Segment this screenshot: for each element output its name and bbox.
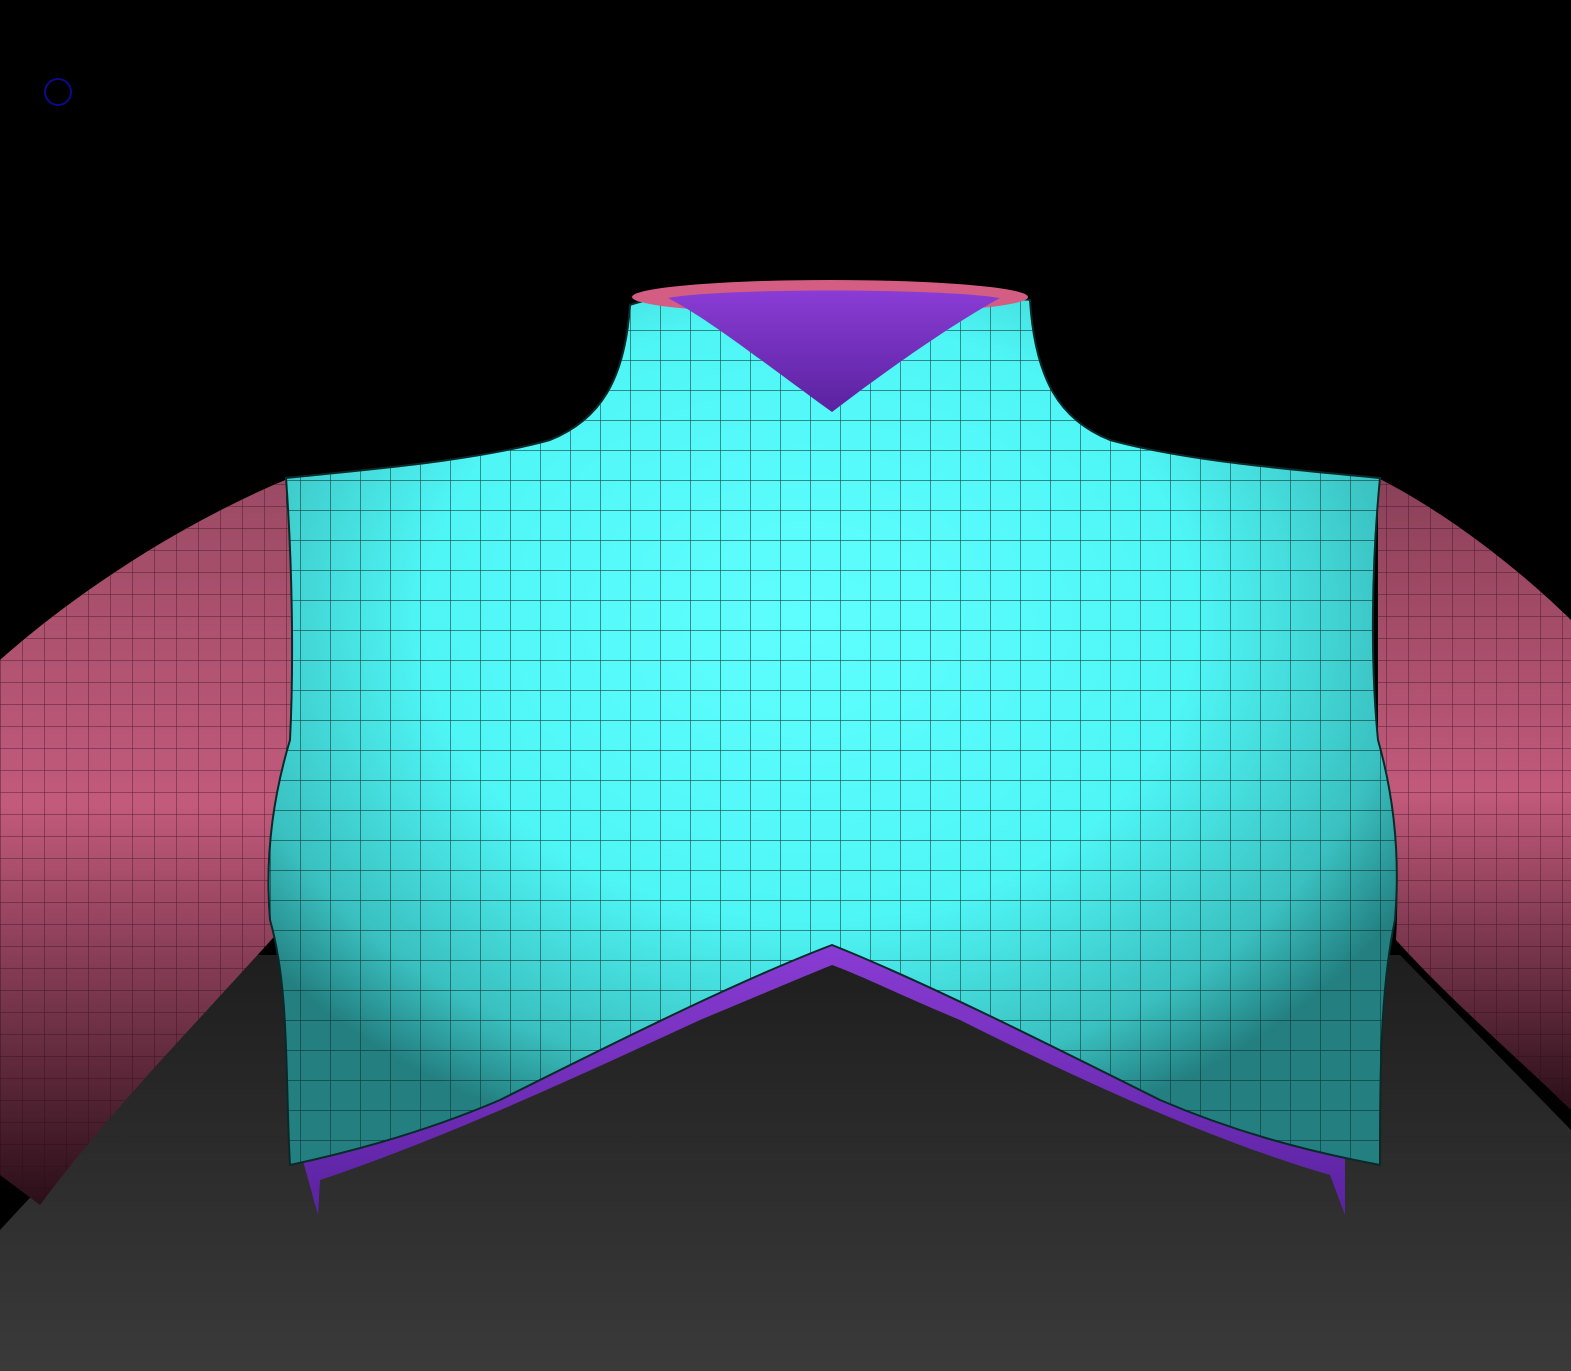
scene-canvas[interactable] <box>0 0 1571 1371</box>
3d-viewport[interactable] <box>0 0 1571 1371</box>
